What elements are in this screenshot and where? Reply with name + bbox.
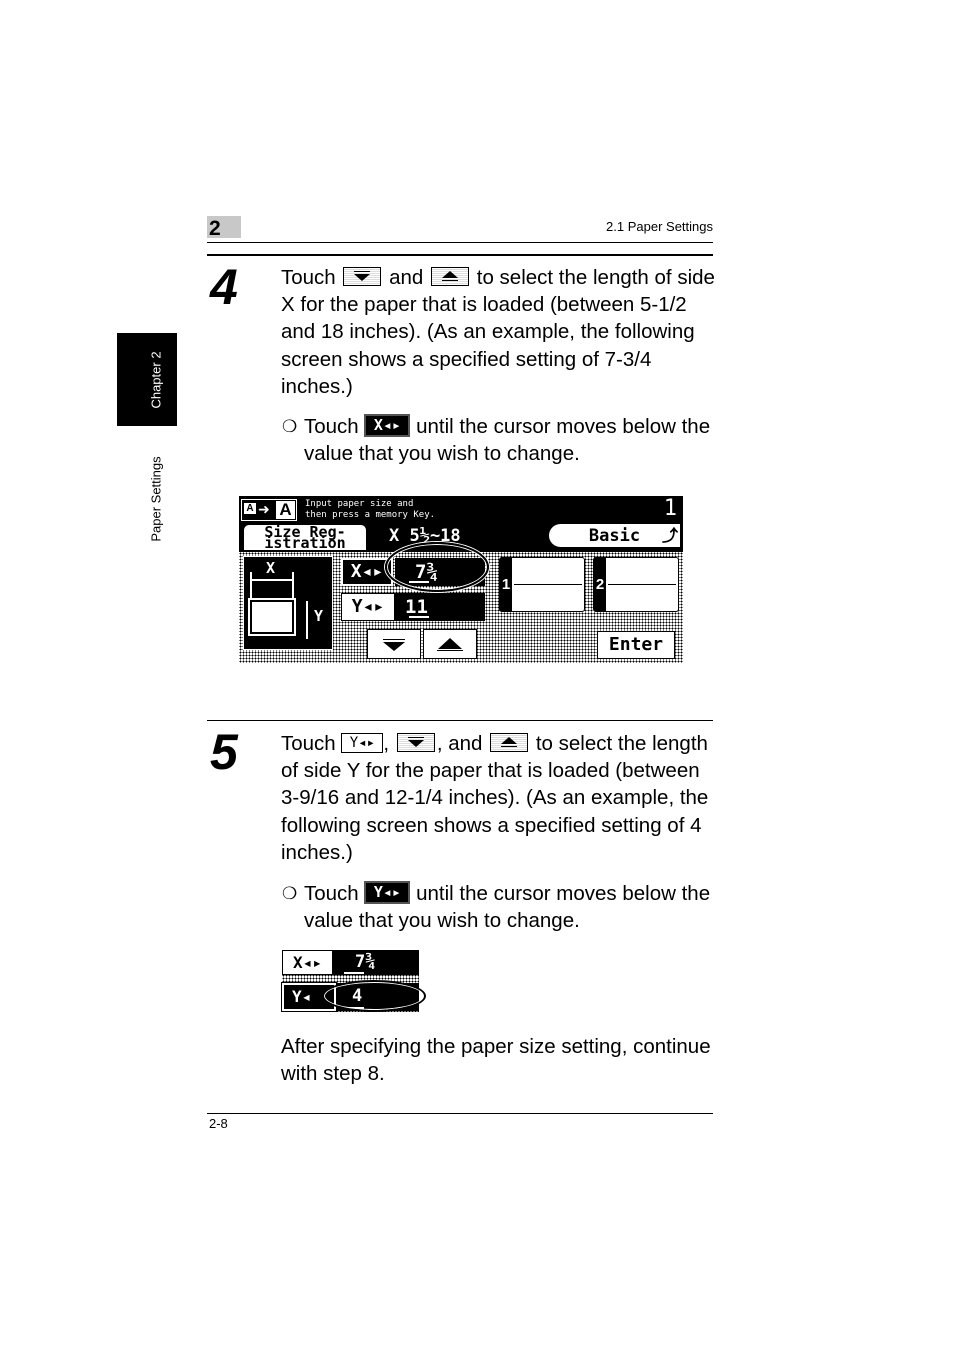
memory-key-empty-line xyxy=(608,584,676,585)
step5-bullet: ❍ Touch Y◂▸ until the cursor moves below… xyxy=(282,880,724,934)
enter-button[interactable]: Enter xyxy=(597,631,675,659)
down-triangle-icon xyxy=(383,642,405,651)
paper-icon xyxy=(248,598,296,636)
mini-x-value: 7¾ xyxy=(355,952,376,972)
up-arrow-button-icon xyxy=(431,267,470,287)
down-arrow-button-icon xyxy=(396,733,435,753)
footer-rule xyxy=(207,1113,713,1114)
paper-diagram: X Y xyxy=(243,556,333,650)
copy-mode-icon: A ➜ A xyxy=(241,499,297,521)
bullet-circle-icon: ❍ xyxy=(282,884,298,903)
side-tab-chapter-label: Chapter 2 xyxy=(148,351,164,409)
basic-button-label: Basic xyxy=(588,526,641,546)
increase-button[interactable] xyxy=(423,629,477,659)
y-select-button-icon: Y◂▸ xyxy=(364,881,411,905)
section-title: 2.1 Paper Settings xyxy=(606,219,713,234)
step-number: 4 xyxy=(210,259,238,315)
highlight-ellipse xyxy=(385,542,489,592)
header-rule xyxy=(207,242,713,243)
chapter-side-tab xyxy=(117,333,177,426)
decrease-button[interactable] xyxy=(367,629,421,659)
message-line-1: Input paper size and xyxy=(305,499,414,509)
up-triangle-icon xyxy=(438,638,462,649)
memory-key-number: 2 xyxy=(594,558,606,611)
diagram-y-label: Y xyxy=(314,607,324,625)
up-arrow-button-icon xyxy=(490,733,529,753)
step5-text-comma: , xyxy=(383,732,390,755)
basic-button[interactable]: Basic ⤴ xyxy=(548,523,681,548)
chapter-number: 2 xyxy=(209,217,221,240)
mini-x-select-button[interactable]: X◂▸ xyxy=(282,950,333,975)
step-number: 5 xyxy=(210,724,238,780)
diagram-x-label: X xyxy=(266,559,276,577)
control-panel-screen: A ➜ A Input paper size and then press a … xyxy=(239,496,683,663)
bullet-circle-icon: ❍ xyxy=(282,417,298,436)
memory-key-number: 1 xyxy=(500,558,512,611)
down-arrow-button-icon xyxy=(343,267,382,287)
step5-divider xyxy=(207,720,713,721)
memory-key-empty-line xyxy=(514,584,582,585)
page-indicator: 1 xyxy=(663,496,677,521)
y-value: 11 xyxy=(405,596,428,618)
after-note: After specifying the paper size setting,… xyxy=(281,1035,711,1086)
step5-text-touch: Touch xyxy=(281,732,336,755)
step4-text-touch: Touch xyxy=(281,266,336,289)
x-select-button-icon: X◂▸ xyxy=(364,414,411,438)
x-dimension-arrow-icon xyxy=(250,579,294,581)
page-number: 2-8 xyxy=(209,1116,228,1131)
screen-message: Input paper size and then press a memory… xyxy=(305,499,435,521)
mini-x-cursor xyxy=(344,972,364,974)
side-section-label: Paper Settings xyxy=(148,456,164,542)
step4-divider xyxy=(207,254,713,256)
y-dimension-arrow-icon xyxy=(306,601,308,639)
bullet-text-touch: Touch xyxy=(304,882,359,905)
memory-key-1[interactable]: 1 xyxy=(499,557,585,612)
mini-screen: X◂▸ 7¾ Y◂ 4 xyxy=(281,950,426,1012)
highlight-ellipse xyxy=(322,980,426,1012)
step4-text-and: and xyxy=(389,266,424,289)
memory-key-2[interactable]: 2 xyxy=(593,557,679,612)
step5-text-and: , and xyxy=(436,732,483,755)
message-line-2: then press a memory Key. xyxy=(305,510,436,520)
y-cursor xyxy=(409,616,429,618)
tab-label-line-2: istration xyxy=(264,534,346,552)
tab-size-registration[interactable]: Size Reg- istration xyxy=(243,524,367,551)
bullet-text-touch: Touch xyxy=(304,415,359,438)
return-arrow-icon: ⤴ xyxy=(661,526,678,545)
step5-instruction: Touch Y◂▸, , and to select the length of… xyxy=(281,730,721,866)
step4-instruction: Touch and to select the length of side X… xyxy=(281,264,721,400)
step4-bullet: ❍ Touch X◂▸ until the cursor moves below… xyxy=(282,413,724,467)
y-select-button[interactable]: Y◂▸ xyxy=(341,593,395,621)
y-select-button-icon: Y◂▸ xyxy=(341,732,384,753)
